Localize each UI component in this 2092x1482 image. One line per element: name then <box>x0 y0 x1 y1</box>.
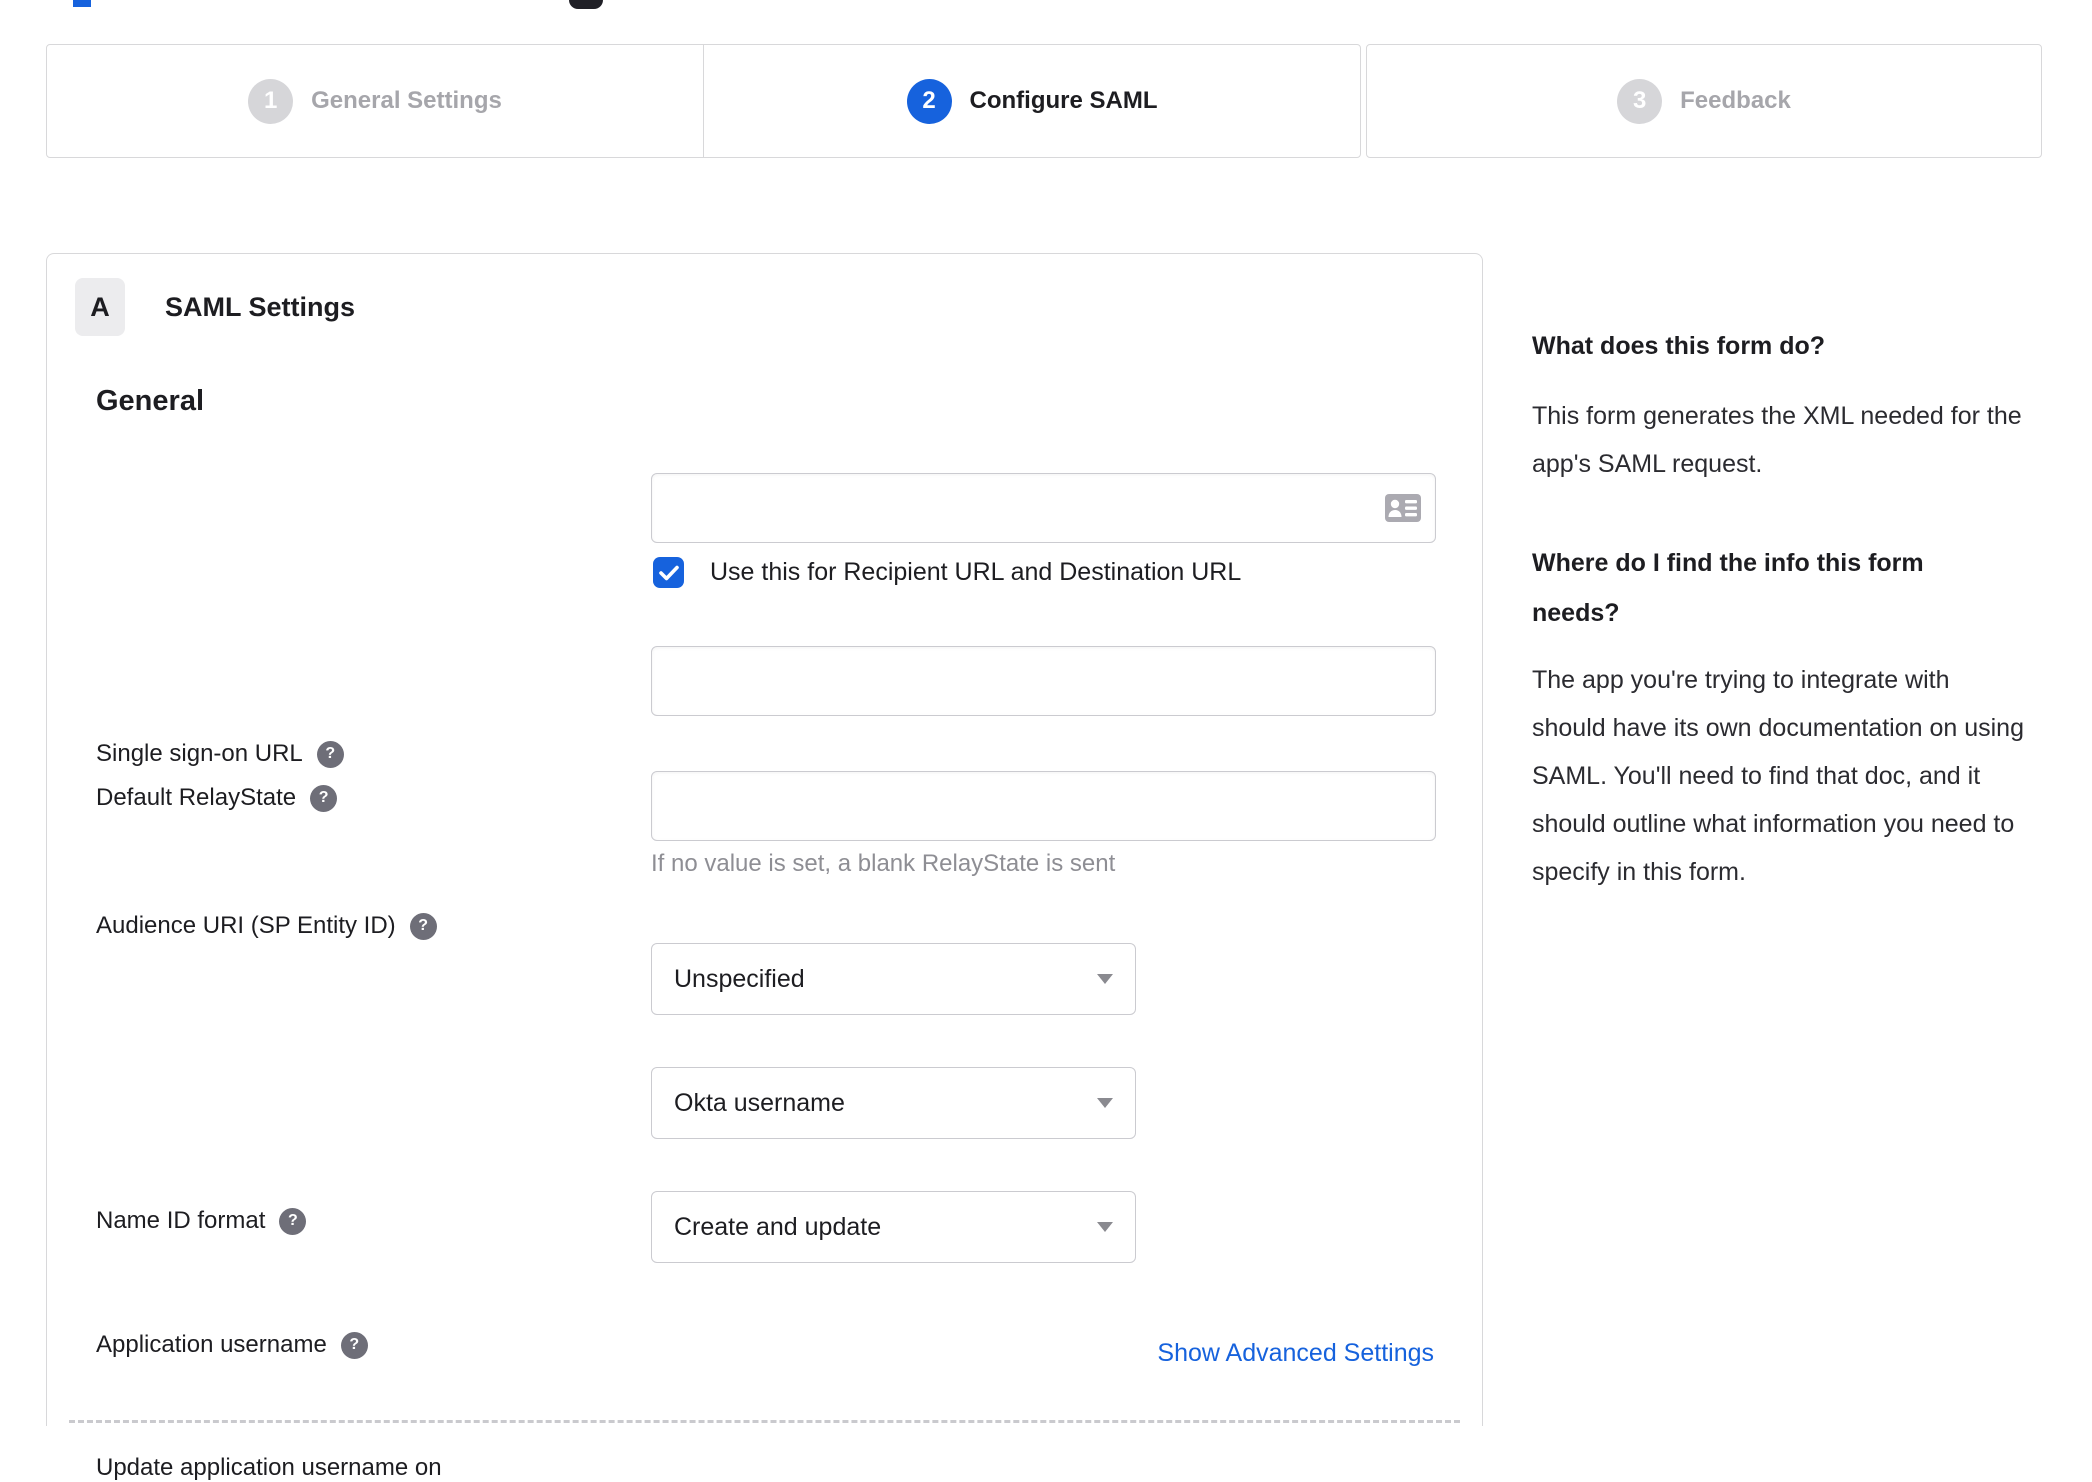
step-general-settings[interactable]: 1 General Settings <box>46 44 704 158</box>
saml-settings-panel: A SAML Settings General Single sign-on U… <box>46 253 1483 1481</box>
audience-uri-label: Audience URI (SP Entity ID) <box>96 912 396 939</box>
help-icon[interactable]: ? <box>340 1331 368 1359</box>
relay-state-label-row: Default RelayState ? <box>96 784 338 812</box>
step-number-badge: 1 <box>248 78 294 124</box>
section-a-badge: A <box>75 278 125 336</box>
relay-state-label: Default RelayState <box>96 784 297 811</box>
contact-card-icon <box>1385 494 1421 522</box>
step-configure-saml[interactable]: 2 Configure SAML <box>703 44 1361 158</box>
sidebar-heading-what: What does this form do? <box>1532 332 1826 360</box>
step-feedback[interactable]: 3 Feedback <box>1366 44 2042 158</box>
step-label: Configure SAML <box>969 87 1158 114</box>
recipient-url-checkbox-row: Use this for Recipient URL and Destinati… <box>653 557 1241 588</box>
update-username-select[interactable]: Create and update <box>651 1191 1136 1263</box>
app-username-value: Okta username <box>674 1088 845 1117</box>
clipped-header-accent <box>73 0 91 7</box>
audience-uri-input[interactable] <box>651 646 1436 716</box>
sidebar-body-what: This form generates the XML needed for t… <box>1532 402 2022 478</box>
chevron-down-icon <box>1097 974 1113 984</box>
step-number-badge: 3 <box>1617 78 1663 124</box>
help-icon[interactable]: ? <box>279 1207 307 1235</box>
step-label: Feedback <box>1680 87 1791 114</box>
help-icon[interactable]: ? <box>409 912 437 940</box>
chevron-down-icon <box>1097 1222 1113 1232</box>
relay-state-input[interactable] <box>651 771 1436 841</box>
panel-title: SAML Settings <box>165 291 356 322</box>
help-icon[interactable]: ? <box>310 784 338 812</box>
sidebar-body-where: The app you're trying to integrate with … <box>1532 666 2024 886</box>
section-dashed-divider <box>69 1420 1460 1423</box>
update-username-label: Update application username on <box>96 1454 442 1481</box>
audience-uri-label-row: Audience URI (SP Entity ID) ? <box>96 912 437 940</box>
recipient-url-checkbox[interactable] <box>653 557 684 588</box>
sso-url-input[interactable] <box>651 473 1436 543</box>
help-sidebar: What does this form do? This form genera… <box>1532 330 2032 946</box>
update-username-label-row: Update application username on <box>96 1454 442 1482</box>
sso-url-label: Single sign-on URL <box>96 740 303 767</box>
update-username-value: Create and update <box>674 1212 882 1241</box>
app-username-label-row: Application username ? <box>96 1331 368 1359</box>
step-number-badge: 2 <box>906 78 952 124</box>
name-id-format-label-row: Name ID format ? <box>96 1207 307 1235</box>
check-icon <box>658 565 679 580</box>
app-username-label: Application username <box>96 1331 327 1358</box>
clipped-header-icon <box>569 0 603 9</box>
sidebar-heading-where: Where do I find the info this form needs… <box>1532 549 1924 627</box>
general-section-heading: General <box>96 385 204 417</box>
recipient-url-checkbox-label: Use this for Recipient URL and Destinati… <box>710 558 1242 586</box>
relay-state-hint: If no value is set, a blank RelayState i… <box>651 850 1116 877</box>
app-username-select[interactable]: Okta username <box>651 1067 1136 1139</box>
show-advanced-settings-link[interactable]: Show Advanced Settings <box>1157 1339 1434 1368</box>
wizard-stepper: 1 General Settings 2 Configure SAML 3 Fe… <box>46 44 2042 158</box>
name-id-format-value: Unspecified <box>674 964 805 993</box>
chevron-down-icon <box>1097 1098 1113 1108</box>
name-id-format-select[interactable]: Unspecified <box>651 943 1136 1015</box>
help-icon[interactable]: ? <box>316 740 344 768</box>
sso-url-label-row: Single sign-on URL ? <box>96 740 344 768</box>
name-id-format-label: Name ID format <box>96 1207 266 1234</box>
step-label: General Settings <box>311 87 502 114</box>
